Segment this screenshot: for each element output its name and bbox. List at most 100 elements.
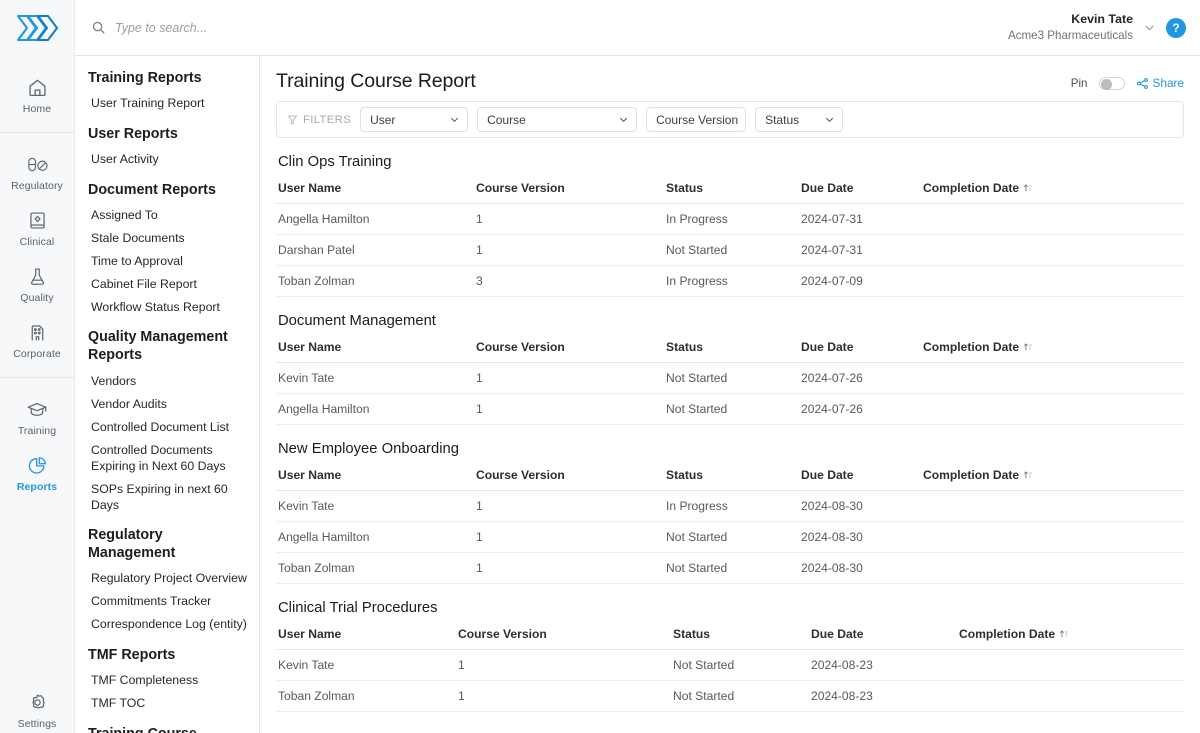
column-header[interactable]: Status <box>664 177 799 204</box>
cell-completed <box>921 265 1184 297</box>
filter-dropdown-course[interactable]: Course <box>477 107 638 132</box>
column-header[interactable]: Completion Date <box>957 623 1184 650</box>
pin-toggle[interactable] <box>1098 76 1125 90</box>
cell-completed <box>921 362 1184 394</box>
cell-completed <box>921 552 1184 584</box>
table-row[interactable]: Angella Hamilton 1 In Progress 2024-07-31 <box>276 203 1184 235</box>
table-row[interactable]: Kevin Tate 1 In Progress 2024-08-30 <box>276 490 1184 522</box>
column-header[interactable]: Completion Date <box>921 336 1184 363</box>
nav-link[interactable]: Workflow Status Report <box>75 296 259 319</box>
rail-item-corporate[interactable]: Corporate <box>0 313 74 369</box>
column-header[interactable]: Status <box>671 623 809 650</box>
table-header-row: User Name Course Version Status Due Date Com… <box>276 336 1184 363</box>
nav-link[interactable]: User Training Report <box>75 93 259 116</box>
column-header[interactable]: Completion Date <box>921 464 1184 491</box>
nav-group-title: Training Course Reports <box>75 716 259 733</box>
table-row[interactable]: Darshan Patel 1 Not Started 2024-07-31 <box>276 234 1184 266</box>
table-row[interactable]: Angella Hamilton 1 Not Started 2024-07-26 <box>276 393 1184 425</box>
nav-link[interactable]: User Activity <box>75 149 259 172</box>
table-row[interactable]: Angella Hamilton 1 Not Started 2024-08-30 <box>276 521 1184 553</box>
chevron-down-icon <box>826 117 834 122</box>
rail-label: Settings <box>17 718 57 730</box>
nav-link[interactable]: Controlled Documents Expiring in Next 60… <box>75 439 259 478</box>
nav-link[interactable]: Stale Documents <box>75 228 259 251</box>
rail-item-clinical[interactable]: Clinical <box>0 201 74 257</box>
column-header-label: Status <box>666 340 703 354</box>
nav-link[interactable]: SOPs Expiring in next 60 Days <box>75 478 259 517</box>
filter-dropdown-status[interactable]: Status <box>755 107 844 132</box>
nav-group-title: Regulatory Management <box>88 527 176 561</box>
rail-item-home[interactable]: Home <box>0 68 74 124</box>
nav-link[interactable]: TMF Completeness <box>75 670 259 693</box>
sort-asc-icon[interactable] <box>1059 629 1069 639</box>
sort-asc-icon[interactable] <box>1023 183 1033 193</box>
page-actions: Pin Share <box>1071 76 1184 93</box>
rail-item-reports[interactable]: Reports <box>0 446 74 502</box>
column-header[interactable]: Status <box>664 336 799 363</box>
column-header[interactable]: Due Date <box>799 336 921 363</box>
column-header[interactable]: Course Version <box>474 177 664 204</box>
nav-link[interactable]: Commitments Tracker <box>75 591 259 614</box>
sort-asc-icon[interactable] <box>1023 342 1033 352</box>
column-header[interactable]: Due Date <box>799 464 921 491</box>
cell-status: In Progress <box>664 265 799 297</box>
rail-item-quality[interactable]: Quality <box>0 257 74 313</box>
filter-dropdown-course-version[interactable]: Course Version <box>646 107 747 132</box>
filter-label: User <box>370 112 396 127</box>
nav-link[interactable]: Cabinet File Report <box>75 274 259 297</box>
help-button[interactable]: ? <box>1166 17 1186 38</box>
report-sections: Clin Ops Training User Name Course Version… <box>276 154 1184 712</box>
global-search[interactable] <box>91 20 391 35</box>
filter-dropdown-user[interactable]: User <box>360 107 469 132</box>
nav-link[interactable]: Correspondence Log (entity) <box>75 614 259 637</box>
column-header[interactable]: User Name <box>276 464 474 491</box>
main-content: Training Course Report Pin Share FILTERS… <box>260 0 1200 733</box>
rail-item-settings[interactable]: Settings <box>0 683 74 733</box>
table-row[interactable]: Toban Zolman 1 Not Started 2024-08-23 <box>276 680 1184 712</box>
cell-user: Darshan Patel <box>276 234 474 266</box>
column-header-label: Course Version <box>476 181 565 195</box>
column-header[interactable]: Course Version <box>474 464 664 491</box>
filter-funnel-icon <box>287 115 298 125</box>
table-row[interactable]: Toban Zolman 3 In Progress 2024-07-09 <box>276 265 1184 297</box>
column-header[interactable]: Due Date <box>809 623 957 650</box>
app-logo[interactable] <box>0 0 74 56</box>
cell-status: In Progress <box>664 203 799 235</box>
cell-due: 2024-07-31 <box>799 203 921 235</box>
rail-item-training[interactable]: Training <box>0 390 74 446</box>
nav-link[interactable]: Regulatory Project Overview <box>75 568 259 591</box>
user-menu[interactable]: Kevin Tate Acme3 Pharmaceuticals ? <box>1008 11 1200 43</box>
nav-link[interactable]: TMF TOC <box>75 693 259 716</box>
column-header-label: User Name <box>278 627 342 641</box>
table-row[interactable]: Toban Zolman 1 Not Started 2024-08-30 <box>276 552 1184 584</box>
nav-link[interactable]: Vendor Audits <box>75 393 259 416</box>
column-header[interactable]: User Name <box>276 177 474 204</box>
rail-item-regulatory[interactable]: Regulatory <box>0 145 74 201</box>
filters-label: FILTERS <box>303 113 352 126</box>
nav-link[interactable]: Vendors <box>75 370 259 393</box>
sort-asc-icon[interactable] <box>1023 470 1033 480</box>
search-input[interactable] <box>115 20 365 35</box>
share-button[interactable]: Share <box>1136 76 1184 90</box>
column-header[interactable]: Course Version <box>474 336 664 363</box>
cell-due: 2024-08-30 <box>799 490 921 522</box>
column-header[interactable]: Course Version <box>456 623 671 650</box>
column-header[interactable]: User Name <box>276 623 456 650</box>
column-header[interactable]: User Name <box>276 336 474 363</box>
column-header[interactable]: Status <box>664 464 799 491</box>
table-row[interactable]: Kevin Tate 1 Not Started 2024-08-23 <box>276 649 1184 681</box>
rail-label: Quality <box>20 292 54 304</box>
column-header-label: Due Date <box>801 181 854 195</box>
table-row[interactable]: Kevin Tate 1 Not Started 2024-07-26 <box>276 362 1184 394</box>
column-header[interactable]: Due Date <box>799 177 921 204</box>
rail-group-bottom: Settings <box>0 683 74 733</box>
nav-link[interactable]: Controlled Document List <box>75 416 259 439</box>
chevron-down-icon[interactable] <box>1143 21 1156 34</box>
nav-link[interactable]: Time to Approval <box>75 251 259 274</box>
rail-group-modules: Regulatory Clinical Quality Corporate <box>0 133 74 369</box>
cell-version: 1 <box>474 203 664 235</box>
nav-link[interactable]: Assigned To <box>75 205 259 228</box>
column-header-label: Status <box>666 181 703 195</box>
cell-due: 2024-08-23 <box>809 680 957 712</box>
column-header[interactable]: Completion Date <box>921 177 1184 204</box>
